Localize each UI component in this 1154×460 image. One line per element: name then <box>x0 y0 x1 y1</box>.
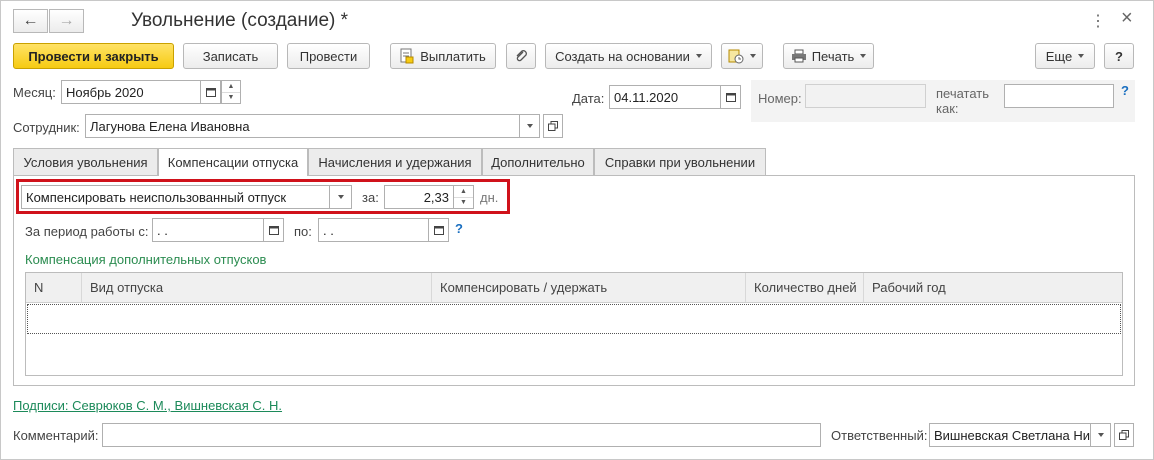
print-button[interactable]: Печать <box>783 43 874 69</box>
post-and-close-button[interactable]: Провести и закрыть <box>13 43 174 69</box>
stepper-up-icon[interactable]: ▲ <box>222 81 240 92</box>
column-compensate-withhold[interactable]: Компенсировать / удержать <box>432 273 746 302</box>
employee-dropdown-button[interactable] <box>520 114 540 138</box>
stepper-down-icon[interactable]: ▼ <box>222 91 240 104</box>
more-button[interactable]: Еще <box>1035 43 1095 69</box>
month-calendar-button[interactable] <box>201 80 221 104</box>
save-button[interactable]: Записать <box>183 43 278 69</box>
open-form-icon <box>548 121 558 131</box>
pay-button-label: Выплатить <box>420 48 486 64</box>
pay-button[interactable]: Выплатить <box>390 43 496 69</box>
responsible-open-button[interactable] <box>1114 423 1134 447</box>
month-field[interactable]: Ноябрь 2020 <box>61 80 201 104</box>
calendar-icon <box>433 226 444 235</box>
open-form-icon <box>1119 430 1129 440</box>
date-label: Дата: <box>572 91 605 106</box>
chevron-down-icon <box>860 54 867 58</box>
forward-button[interactable]: → <box>49 9 84 33</box>
chevron-down-icon <box>1078 54 1085 58</box>
help-icon[interactable]: ? <box>455 221 463 236</box>
create-based-on-label: Создать на основании <box>555 48 690 64</box>
table-row[interactable] <box>27 304 1121 334</box>
employee-field[interactable]: Лагунова Елена Ивановна <box>85 114 520 138</box>
period-from-label: За период работы с: <box>25 224 149 239</box>
employee-open-button[interactable] <box>543 114 563 138</box>
comment-field[interactable] <box>102 423 821 447</box>
period-to-field[interactable]: . . <box>318 218 429 242</box>
tab-additional[interactable]: Дополнительно <box>482 148 594 175</box>
printer-icon <box>791 49 806 63</box>
table-header: N Вид отпуска Компенсировать / удержать … <box>26 273 1122 303</box>
column-work-year[interactable]: Рабочий год <box>864 273 1122 302</box>
chevron-down-icon <box>1097 433 1104 437</box>
close-icon[interactable]: × <box>1121 7 1133 30</box>
help-button[interactable]: ? <box>1104 43 1134 69</box>
more-actions-icon[interactable]: ⋮ <box>1090 11 1106 31</box>
number-field <box>805 84 926 108</box>
calendar-icon <box>268 226 279 235</box>
extra-vacations-title: Компенсация дополнительных отпусков <box>25 252 267 267</box>
back-button[interactable]: ← <box>13 9 48 33</box>
chevron-down-icon <box>750 54 756 58</box>
responsible-label: Ответственный: <box>831 428 928 443</box>
chevron-down-icon <box>695 54 702 58</box>
calendar-icon <box>725 93 736 102</box>
help-icon[interactable]: ? <box>1121 83 1129 98</box>
attach-button[interactable] <box>506 43 536 69</box>
tab-dismissal-certificates[interactable]: Справки при увольнении <box>594 148 766 175</box>
documents-menu-button[interactable] <box>721 43 763 69</box>
calendar-icon <box>205 88 216 97</box>
print-button-label: Печать <box>811 48 855 64</box>
tab-vacation-compensation[interactable]: Компенсации отпуска <box>158 148 308 176</box>
month-label: Месяц: <box>13 85 56 100</box>
tab-accruals-deductions[interactable]: Начисления и удержания <box>308 148 482 175</box>
month-stepper[interactable]: ▲ ▼ <box>221 80 241 104</box>
document-icon <box>400 48 414 64</box>
period-from-calendar-button[interactable] <box>264 218 284 242</box>
tab-dismissal-conditions[interactable]: Условия увольнения <box>13 148 158 175</box>
comment-label: Комментарий: <box>13 428 99 443</box>
create-based-on-button[interactable]: Создать на основании <box>545 43 712 69</box>
more-button-label: Еще <box>1045 48 1073 64</box>
column-n[interactable]: N <box>26 273 82 302</box>
extra-vacations-table[interactable]: N Вид отпуска Компенсировать / удержать … <box>25 272 1123 376</box>
print-as-field[interactable] <box>1004 84 1114 108</box>
period-to-calendar-button[interactable] <box>429 218 449 242</box>
documents-clock-icon <box>728 49 744 64</box>
column-days-count[interactable]: Количество дней <box>746 273 864 302</box>
post-button[interactable]: Провести <box>287 43 370 69</box>
print-as-label-line1: печатать <box>936 86 990 101</box>
responsible-dropdown-button[interactable] <box>1091 423 1111 447</box>
window-title: Увольнение (создание) * <box>131 10 349 31</box>
column-vacation-type[interactable]: Вид отпуска <box>82 273 432 302</box>
print-as-label-line2: как: <box>936 101 959 116</box>
responsible-field[interactable]: Вишневская Светлана Ни <box>929 423 1091 447</box>
date-calendar-button[interactable] <box>721 85 741 109</box>
period-to-label: по: <box>294 224 312 239</box>
signatures-link[interactable]: Подписи: Севрюков С. М., Вишневская С. Н… <box>13 398 282 413</box>
number-label: Номер: <box>758 91 802 106</box>
print-as-label: печатать как: <box>936 86 989 116</box>
highlight-frame <box>16 179 510 214</box>
period-from-field[interactable]: . . <box>152 218 264 242</box>
arrow-left-icon: ← <box>22 12 39 29</box>
paperclip-icon <box>516 50 527 62</box>
chevron-down-icon <box>526 124 533 128</box>
arrow-right-icon: → <box>58 12 75 29</box>
date-field[interactable]: 04.11.2020 <box>609 85 721 109</box>
employee-label: Сотрудник: <box>13 120 80 135</box>
